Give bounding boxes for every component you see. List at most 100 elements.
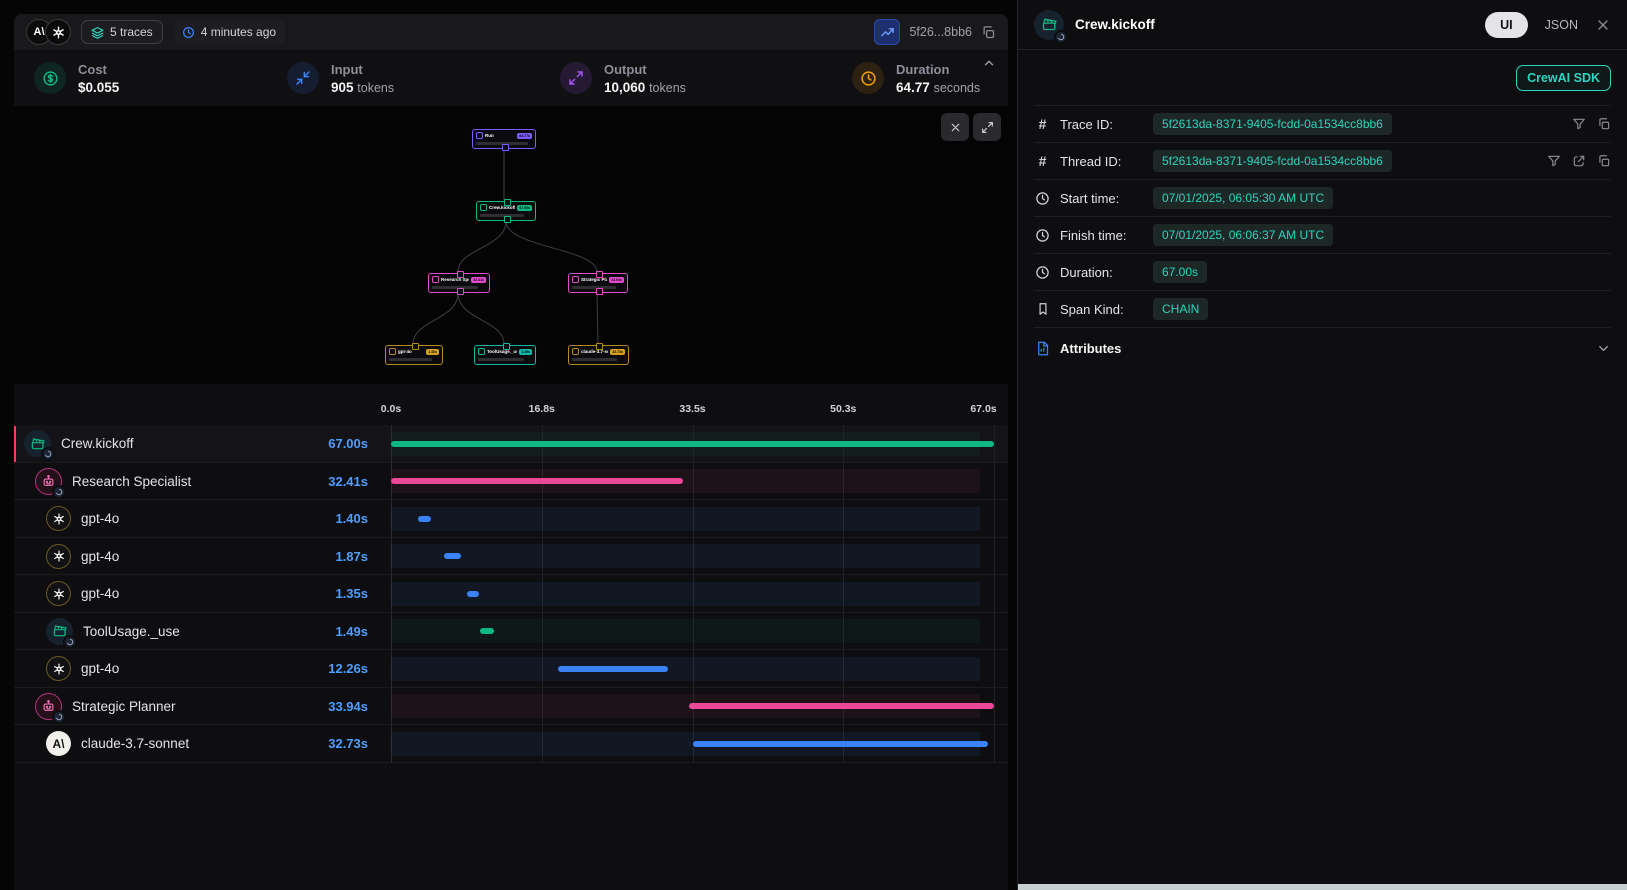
metric-cost: Cost $0.055 [34,50,287,106]
horizontal-scrollbar[interactable] [1018,884,1627,890]
graph-node-toolusage[interactable]: ToolUsage._use 1.49s [474,345,536,365]
field-trace-id: # Trace ID: 5f2613da-8371-9405-fcdd-0a15… [1034,105,1611,142]
span-bar[interactable] [693,741,988,747]
span-track-band [391,507,980,531]
close-icon [949,121,962,134]
trace-graph-canvas[interactable]: Run 64.77s Crew.kickoff 67.00s Research … [14,106,1008,384]
span-row-toolusage[interactable]: ToolUsage._use 1.49s [14,613,1008,651]
span-bar[interactable] [689,703,994,709]
expand-diagonal-icon [981,121,994,134]
node-icon [480,204,487,211]
collapse-metrics-chevron-icon[interactable] [982,56,996,70]
attributes-label: Attributes [1060,341,1587,356]
field-value: 07/01/2025, 06:06:37 AM UTC [1153,224,1333,246]
metric-label: Duration [896,62,980,77]
span-bar[interactable] [480,628,493,634]
field-finish-time: Finish time: 07/01/2025, 06:06:37 AM UTC [1034,216,1611,253]
span-row-claude-sonnet[interactable]: A\ claude-3.7-sonnet 32.73s [14,725,1008,763]
chevron-down-icon[interactable] [1596,341,1611,356]
metrics-bar: Cost $0.055 Input 905 tokens Output 10,0… [14,50,1008,106]
span-duration: 33.94s [328,699,368,714]
node-icon [432,276,439,283]
span-timeline [391,576,994,612]
span-row-strategic-planner[interactable]: Strategic Planner 33.94s [14,688,1008,726]
metric-unit: seconds [934,81,981,95]
filter-icon[interactable] [1572,117,1586,131]
copy-icon[interactable] [1597,117,1611,131]
field-value: 5f2613da-8371-9405-fcdd-0a1534cc8bb6 [1153,113,1392,135]
node-subtext [389,358,432,361]
attributes-section-toggle[interactable]: Attributes [1034,327,1611,368]
crewai-icon [24,430,51,457]
graph-node-research-specialist[interactable]: Research Speciali... 32.41s [428,273,490,293]
tab-ui[interactable]: UI [1485,12,1528,38]
span-timeline [391,614,994,650]
field-value: 5f2613da-8371-9405-fcdd-0a1534cc8bb6 [1153,150,1392,172]
node-duration-badge: 67.00s [517,205,532,211]
span-bar[interactable] [558,666,668,672]
graph-node-run[interactable]: Run 64.77s [472,129,536,149]
node-icon [476,132,483,139]
span-bar[interactable] [391,478,683,484]
node-duration-badge: 64.77s [517,133,532,139]
span-row-gpt-4o[interactable]: gpt-4o 12.26s [14,650,1008,688]
clock-icon [1034,265,1051,280]
axis-tick: 16.8s [529,403,555,415]
span-duration: 67.00s [328,436,368,451]
span-bar[interactable] [391,441,994,447]
span-row-gpt-4o[interactable]: gpt-4o 1.35s [14,575,1008,613]
span-name: gpt-4o [81,586,325,601]
span-bar[interactable] [418,516,431,522]
span-row-gpt-4o[interactable]: gpt-4o 1.40s [14,500,1008,538]
copy-trace-id-icon[interactable] [981,25,996,40]
filter-icon[interactable] [1547,154,1561,168]
expand-graph-button[interactable] [973,113,1001,141]
close-graph-button[interactable] [941,113,969,141]
hash-icon: # [1034,116,1051,132]
graph-node-crew-kickoff[interactable]: Crew.kickoff 67.00s [476,201,536,221]
graph-node-claude-sonnet[interactable]: claude-3.7-sonnet 32.73s [568,345,629,365]
bookmark-icon [1034,302,1051,316]
external-link-icon[interactable] [1572,154,1586,168]
traces-count-badge[interactable]: 5 traces [81,20,163,44]
span-row-gpt-4o[interactable]: gpt-4o 1.87s [14,538,1008,576]
field-value: 67.00s [1153,261,1207,283]
span-name: gpt-4o [81,511,325,526]
metric-unit: tokens [649,81,686,95]
metric-label: Output [604,62,686,77]
graph-node-strategic-planner[interactable]: Strategic Planner 33.94s [568,273,628,293]
span-timeline [391,651,994,687]
openai-logo-icon [45,19,71,45]
span-duration: 1.87s [335,549,368,564]
agentops-badge-icon [52,710,66,724]
node-duration-badge: 1.49s [519,349,532,355]
copy-icon[interactable] [1597,154,1611,168]
axis-tick: 67.0s [970,403,996,415]
span-name: claude-3.7-sonnet [81,736,318,751]
field-thread-id: # Thread ID: 5f2613da-8371-9405-fcdd-0a1… [1034,142,1611,179]
field-value: 07/01/2025, 06:05:30 AM UTC [1153,187,1333,209]
span-row-research-specialist[interactable]: Research Specialist 32.41s [14,463,1008,501]
panel-title: Crew.kickoff [1075,17,1474,32]
node-subtext [572,358,617,361]
trace-chart-badge[interactable] [874,19,900,45]
span-track-band [391,582,980,606]
graph-node-gpt-4o[interactable]: gpt-4o 1.40s [385,345,443,365]
compress-arrows-icon [287,62,319,94]
close-panel-button[interactable] [1595,17,1611,33]
span-duration: 1.49s [335,624,368,639]
panel-header: Crew.kickoff UI JSON [1018,0,1627,50]
openai-icon [46,656,71,681]
time-ago-label: 4 minutes ago [201,25,276,39]
metric-unit: tokens [357,81,394,95]
openai-icon [46,581,71,606]
crewai-icon [1034,10,1064,40]
node-title: ToolUsage._use [487,349,517,354]
span-name: Strategic Planner [72,699,318,714]
span-row-crew-kickoff[interactable]: Crew.kickoff 67.00s [14,425,1008,463]
metric-value: 64.77 [896,80,930,95]
node-duration-badge: 32.73s [610,349,625,355]
tab-json[interactable]: JSON [1545,18,1578,32]
span-bar[interactable] [444,553,461,559]
span-bar[interactable] [467,591,479,597]
